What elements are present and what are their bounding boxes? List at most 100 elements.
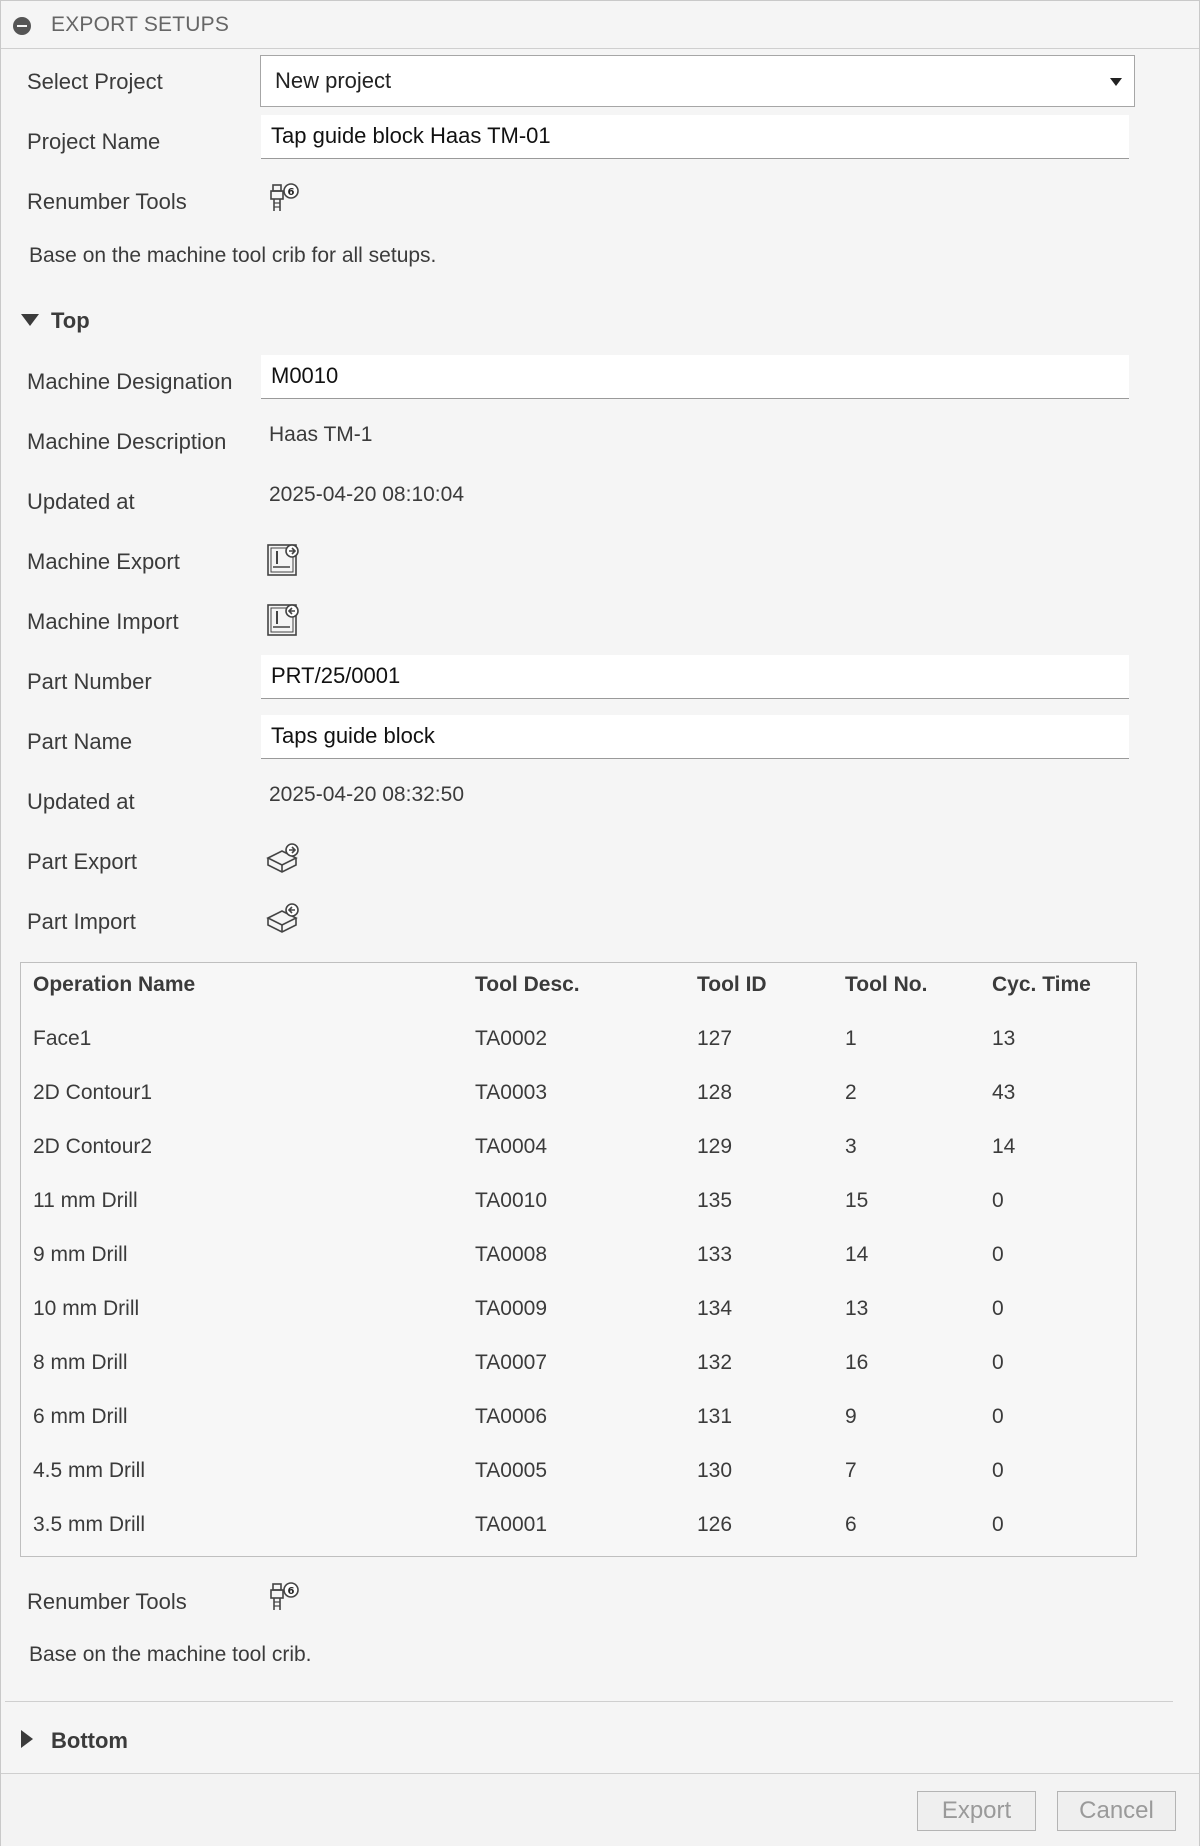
operation-name-cell: 11 mm Drill [33,1189,138,1212]
tool-desc-cell: TA0001 [475,1513,547,1536]
dialog-titlebar: EXPORT SETUPS [1,1,1199,49]
tool-id-cell: 132 [697,1351,733,1374]
operation-name-cell: 10 mm Drill [33,1297,140,1320]
tool-no-cell: 15 [845,1189,869,1212]
tool-renumber-icon[interactable]: 6 [265,181,301,217]
renumber-tools-label-top: Renumber Tools [27,1589,187,1614]
tool-id-cell: 134 [697,1297,733,1320]
project-name-label: Project Name [27,129,161,154]
tool-desc-cell: TA0006 [475,1405,547,1428]
machine-updated-value: 2025-04-20 08:10:04 [269,483,464,506]
table-row[interactable]: 11 mm Drill TA0010 135 15 0 [21,1181,1136,1235]
col-header-operation-name: Operation Name [33,973,196,996]
col-header-tool-id: Tool ID [697,973,767,996]
table-row[interactable]: 8 mm Drill TA0007 132 16 0 [21,1343,1136,1397]
tool-no-cell: 2 [845,1081,857,1104]
tool-no-cell: 3 [845,1135,857,1158]
table-row[interactable]: 2D Contour1 TA0003 128 2 43 [21,1073,1136,1127]
cancel-button[interactable]: Cancel [1057,1791,1176,1831]
table-row[interactable]: 9 mm Drill TA0008 133 14 0 [21,1235,1136,1289]
table-row[interactable]: Face1 TA0002 127 1 13 [21,1019,1136,1073]
section-divider [5,1701,1173,1702]
cyc-time-cell: 13 [992,1027,1016,1050]
col-header-tool-no: Tool No. [845,973,928,996]
part-export-label: Part Export [27,849,138,874]
select-project-value: New project [275,68,392,93]
tool-desc-cell: TA0009 [475,1297,547,1320]
part-number-field[interactable]: PRT/25/0001 [261,655,1129,699]
tool-no-cell: 14 [845,1243,869,1266]
collapse-icon[interactable] [13,17,31,35]
export-button[interactable]: Export [917,1791,1036,1831]
part-number-label: Part Number [27,669,152,694]
operation-name-cell: Face1 [33,1027,92,1050]
cyc-time-cell: 0 [992,1513,1004,1536]
tool-desc-cell: TA0002 [475,1027,547,1050]
part-name-label: Part Name [27,729,133,754]
tool-id-cell: 131 [697,1405,733,1428]
section-bottom-heading[interactable]: Bottom [51,1728,128,1754]
tool-id-cell: 129 [697,1135,733,1158]
tool-no-cell: 6 [845,1513,857,1536]
tool-id-cell: 135 [697,1189,733,1212]
part-export-icon[interactable] [265,842,301,878]
tool-id-cell: 126 [697,1513,733,1536]
tool-desc-cell: TA0005 [475,1459,547,1482]
machine-updated-label: Updated at [27,489,135,514]
svg-text:6: 6 [288,1586,295,1597]
tool-no-cell: 7 [845,1459,857,1482]
section-top-heading[interactable]: Top [51,308,90,334]
table-row[interactable]: 10 mm Drill TA0009 134 13 0 [21,1289,1136,1343]
col-header-tool-desc: Tool Desc. [475,973,580,996]
machine-import-icon[interactable] [265,602,301,638]
tool-id-cell: 128 [697,1081,733,1104]
table-row[interactable]: 4.5 mm Drill TA0005 130 7 0 [21,1451,1136,1505]
operations-table: Operation Name Tool Desc. Tool ID Tool N… [20,962,1137,1557]
dialog-footer: Export Cancel [1,1773,1199,1846]
chevron-down-icon [1110,78,1122,86]
machine-designation-label: Machine Designation [27,369,233,394]
export-setups-dialog: EXPORT SETUPS Select Project New project… [0,0,1200,1846]
renumber-tools-label: Renumber Tools [27,189,187,214]
machine-export-icon[interactable] [265,542,301,578]
part-updated-value: 2025-04-20 08:32:50 [269,783,464,806]
cyc-time-cell: 0 [992,1459,1004,1482]
machine-import-label: Machine Import [27,609,179,634]
part-updated-label: Updated at [27,789,135,814]
cyc-time-cell: 0 [992,1243,1004,1266]
part-import-label: Part Import [27,909,136,934]
operation-name-cell: 3.5 mm Drill [33,1513,146,1536]
tool-no-cell: 1 [845,1027,857,1050]
tool-id-cell: 130 [697,1459,733,1482]
operation-name-cell: 2D Contour1 [33,1081,153,1104]
tool-id-cell: 133 [697,1243,733,1266]
cyc-time-cell: 0 [992,1189,1004,1212]
expand-bottom-icon[interactable] [21,1730,33,1748]
expand-top-icon[interactable] [21,314,39,326]
svg-text:6: 6 [288,187,295,198]
table-row[interactable]: 3.5 mm Drill TA0001 126 6 0 [21,1505,1136,1559]
table-row[interactable]: 6 mm Drill TA0006 131 9 0 [21,1397,1136,1451]
machine-designation-field[interactable]: M0010 [261,355,1129,399]
renumber-note: Base on the machine tool crib for all se… [29,244,437,267]
cyc-time-cell: 43 [992,1081,1016,1104]
project-name-field[interactable]: Tap guide block Haas TM-01 [261,115,1129,159]
renumber-note-top: Base on the machine tool crib. [29,1643,312,1666]
select-project-label: Select Project [27,69,163,94]
tool-renumber-icon[interactable]: 6 [265,1580,301,1616]
operation-name-cell: 4.5 mm Drill [33,1459,146,1482]
tool-no-cell: 13 [845,1297,869,1320]
machine-description-value: Haas TM-1 [269,423,373,446]
operation-name-cell: 6 mm Drill [33,1405,128,1428]
table-row[interactable]: 2D Contour2 TA0004 129 3 14 [21,1127,1136,1181]
machine-export-label: Machine Export [27,549,180,574]
dialog-title: EXPORT SETUPS [51,13,230,36]
part-import-icon[interactable] [265,902,301,938]
cyc-time-cell: 0 [992,1405,1004,1428]
col-header-cyc-time: Cyc. Time [992,973,1091,996]
tool-no-cell: 16 [845,1351,869,1374]
part-name-field[interactable]: Taps guide block [261,715,1129,759]
operation-name-cell: 2D Contour2 [33,1135,153,1158]
select-project-dropdown[interactable]: New project [260,55,1135,107]
tool-desc-cell: TA0010 [475,1189,547,1212]
